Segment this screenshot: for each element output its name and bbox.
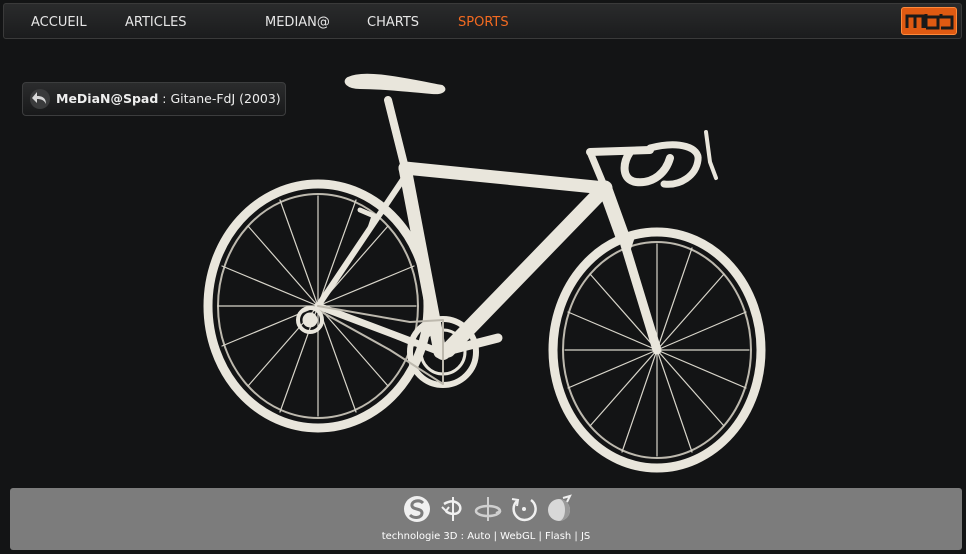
tech-label: technologie 3D :	[381, 531, 468, 542]
logo-glyph	[905, 14, 954, 30]
nav-item-accueil[interactable]: ACCUEIL	[31, 15, 87, 30]
tech-option-auto[interactable]: Auto	[467, 531, 490, 542]
rotate-ccw-icon[interactable]	[509, 494, 539, 524]
nav-item-median[interactable]: MEDIAN@	[265, 15, 330, 30]
nav-item-sports[interactable]: SPORTS	[458, 15, 509, 30]
shading-icon[interactable]	[545, 494, 575, 524]
rotate-axis-icon[interactable]	[473, 494, 503, 524]
author-name: MeDiaN@Spad	[56, 91, 159, 106]
viewer-controls-bar: technologie 3D : Auto | WebGL | Flash | …	[10, 488, 962, 550]
nav-item-articles[interactable]: ARTICLES	[125, 15, 187, 30]
tech-divider: |	[490, 531, 501, 542]
rendering-technology-selector: technologie 3D : Auto | WebGL | Flash | …	[10, 531, 962, 542]
rear-brake	[357, 207, 377, 231]
rotate-horizontal-icon[interactable]	[438, 494, 468, 524]
tech-divider: |	[571, 531, 581, 542]
site-logo[interactable]	[901, 7, 957, 35]
handlebar	[586, 130, 718, 192]
saddle	[344, 73, 446, 95]
spin-icon[interactable]	[402, 494, 432, 524]
back-arrow-icon[interactable]	[29, 88, 51, 110]
top-navigation-bar: ACCUEIL ARTICLES MEDIAN@ CHARTS SPORTS	[3, 3, 962, 39]
tech-option-webgl[interactable]: WebGL	[500, 531, 535, 542]
nav-item-charts[interactable]: CHARTS	[367, 15, 419, 30]
tech-divider: |	[535, 531, 546, 542]
tech-option-js[interactable]: JS	[581, 531, 590, 542]
tech-option-flash[interactable]: Flash	[545, 531, 571, 542]
bicycle-3d-viewer[interactable]	[150, 60, 820, 480]
